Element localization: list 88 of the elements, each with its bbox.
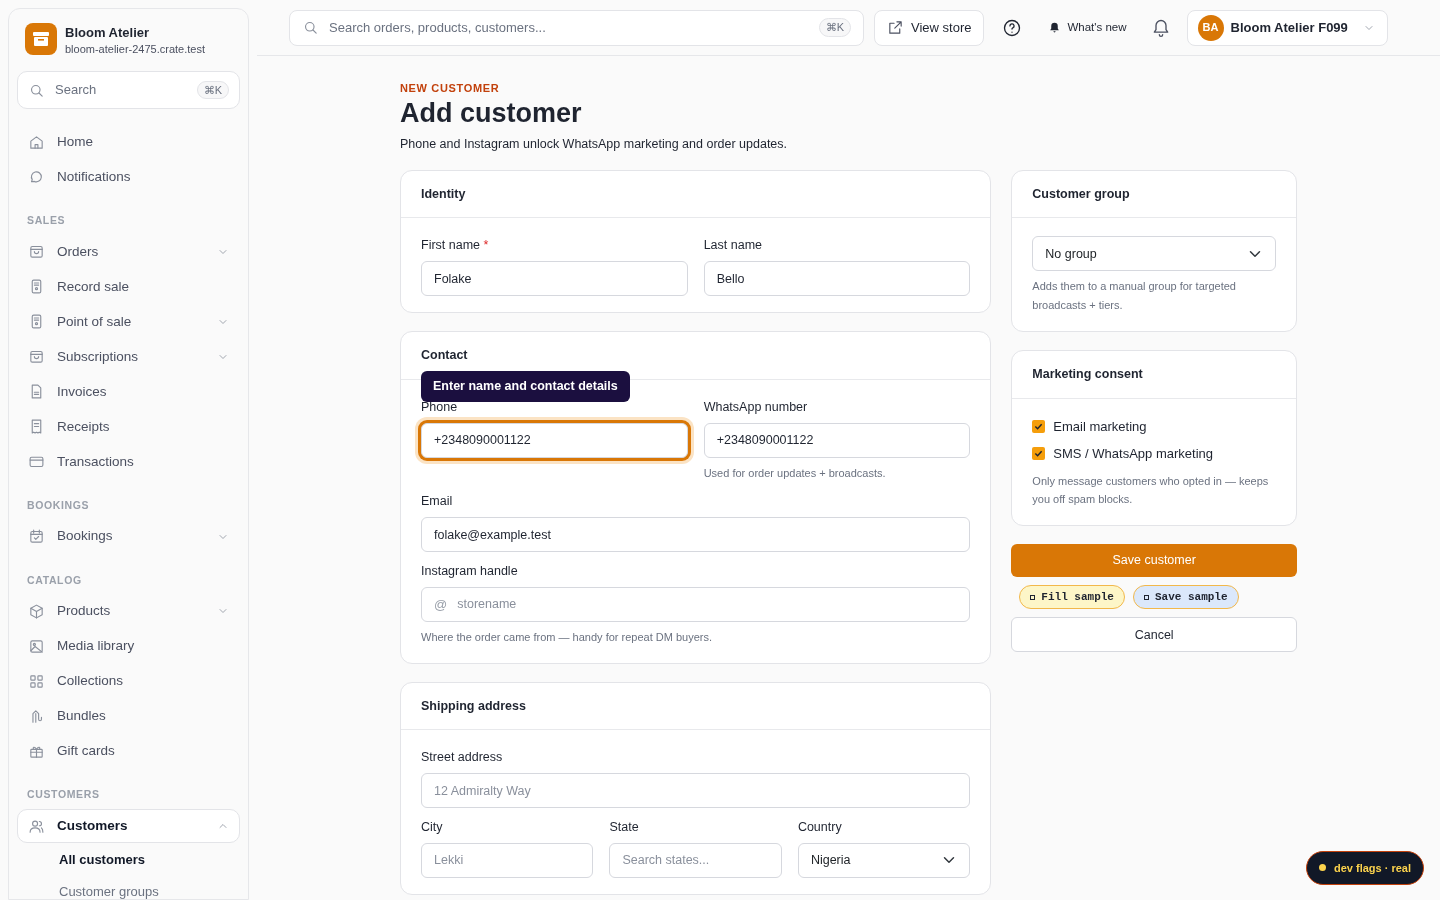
select-field[interactable]: Nigeria	[797, 842, 971, 878]
section-heading: CATALOG	[26, 572, 83, 588]
field-label: Email	[421, 493, 454, 511]
section-heading: CUSTOMERS	[26, 787, 101, 803]
view-store-button[interactable]: View store	[874, 9, 985, 46]
nav-item[interactable]: Record sale	[17, 269, 240, 304]
nav-subitem[interactable]: Customer groups	[17, 875, 240, 900]
required-mark: *	[483, 238, 489, 253]
checkbox-label: Email marketing	[1053, 417, 1147, 436]
calendar-icon	[28, 528, 45, 545]
external-link-icon	[887, 19, 904, 36]
nav-item[interactable]: Media library	[17, 629, 240, 664]
field-label: Country	[797, 819, 843, 836]
field-label: Instagram handle	[421, 563, 519, 581]
search-field[interactable]: Search ⌘K	[17, 71, 240, 109]
cube-icon	[28, 602, 45, 620]
page-title: Add customer	[400, 96, 583, 129]
checkbox[interactable]	[1032, 419, 1046, 433]
input-field[interactable]: 12 Admiralty Way	[421, 773, 971, 808]
card-title: Shipping address	[401, 682, 991, 731]
input-field[interactable]: +2348090001122	[421, 422, 688, 458]
dev-flags-badge[interactable]: dev flags · real	[1305, 850, 1424, 885]
section-heading: BOOKINGS	[26, 497, 91, 513]
help-icon[interactable]	[1002, 17, 1023, 38]
help-text: Adds them to a manual group for targeted broadcasts + tiers.	[1032, 279, 1237, 314]
sample-button[interactable]: Fill sample	[1019, 584, 1125, 610]
nav-item[interactable]: Customers	[17, 809, 240, 843]
input-field[interactable]: Lekki	[421, 842, 594, 878]
nav-item[interactable]: Bookings	[17, 519, 240, 554]
nav-item[interactable]: Invoices	[17, 374, 240, 409]
tooltip: Enter name and contact details	[421, 370, 630, 402]
nav-item[interactable]: Transactions	[17, 444, 240, 479]
check-icon	[1034, 449, 1044, 459]
input-field[interactable]: +2348090001122	[703, 422, 971, 458]
card-title: Identity	[401, 170, 991, 219]
search-icon	[302, 19, 319, 36]
grid-icon	[28, 672, 45, 690]
square-icon	[1030, 594, 1036, 600]
shortcut-hint: ⌘K	[818, 18, 851, 37]
section-heading: SALES	[26, 213, 67, 228]
card-title: Marketing consent	[1012, 350, 1296, 399]
nav-item[interactable]: Bundles	[17, 699, 240, 734]
field-label: State	[609, 819, 640, 836]
nav-item[interactable]: Collections	[17, 664, 240, 699]
checkbox[interactable]	[1032, 447, 1046, 461]
bag-icon	[28, 348, 45, 366]
whats-new-button[interactable]: What's new	[1040, 14, 1135, 41]
sample-button[interactable]: Save sample	[1132, 584, 1239, 610]
search-field[interactable]: Search orders, products, customers... ⌘K	[289, 9, 864, 46]
nav-item[interactable]: Orders	[17, 234, 240, 269]
checkbox-label: SMS / WhatsApp marketing	[1053, 445, 1213, 463]
input-field[interactable]: Bello	[703, 261, 971, 297]
input-field[interactable]: Search states...	[609, 842, 782, 878]
image-icon	[28, 637, 45, 655]
cancel-button[interactable]: Cancel	[1011, 617, 1297, 653]
bag-icon	[28, 243, 45, 261]
nav-item[interactable]: Receipts	[17, 409, 240, 444]
field-label: First name *	[421, 237, 490, 255]
home-icon	[28, 133, 45, 151]
logo-icon	[25, 23, 57, 55]
help-text: Used for order updates + broadcasts.	[703, 465, 887, 481]
nav-item[interactable]: Point of sale	[17, 304, 240, 339]
help-text: Where the order came from — handy for repeat DM buyers.	[421, 629, 713, 645]
nav-item[interactable]: Home	[17, 125, 240, 159]
field-label: Last name	[703, 237, 764, 255]
store-domain: bloom-atelier-2475.crate.test	[65, 42, 205, 55]
nav-item[interactable]: Subscriptions	[17, 339, 240, 374]
nav-subitem[interactable]: All customers	[17, 844, 240, 876]
help-text: Only message customers who opted in — keeps you off spam blocks.	[1032, 473, 1270, 508]
field-label: Street address	[421, 749, 504, 767]
field-label: WhatsApp number	[703, 398, 809, 416]
account-menu[interactable]: BA Bloom Atelier F099	[1186, 9, 1388, 46]
input-field[interactable]: Folake	[421, 261, 688, 297]
field-label: City	[421, 819, 444, 836]
avatar: BA	[1197, 14, 1224, 41]
nav-item[interactable]: Notifications	[17, 160, 240, 194]
brand-name: Bloom Atelier	[65, 24, 151, 43]
select-field[interactable]: No group	[1032, 236, 1276, 272]
input-field[interactable]: folake@example.test	[421, 517, 971, 553]
check-icon	[1034, 421, 1044, 431]
status-dot	[1318, 864, 1326, 872]
square-icon	[1143, 594, 1149, 600]
nav-item[interactable]: Gift cards	[17, 734, 240, 769]
page-subtitle: Phone and Instagram unlock WhatsApp marketing and order updates.	[400, 135, 789, 153]
nav-item[interactable]: Products	[17, 594, 240, 629]
card-title: Customer group	[1012, 170, 1296, 219]
shortcut-hint: ⌘K	[196, 80, 229, 100]
eyebrow-text: NEW CUSTOMER	[400, 81, 501, 96]
